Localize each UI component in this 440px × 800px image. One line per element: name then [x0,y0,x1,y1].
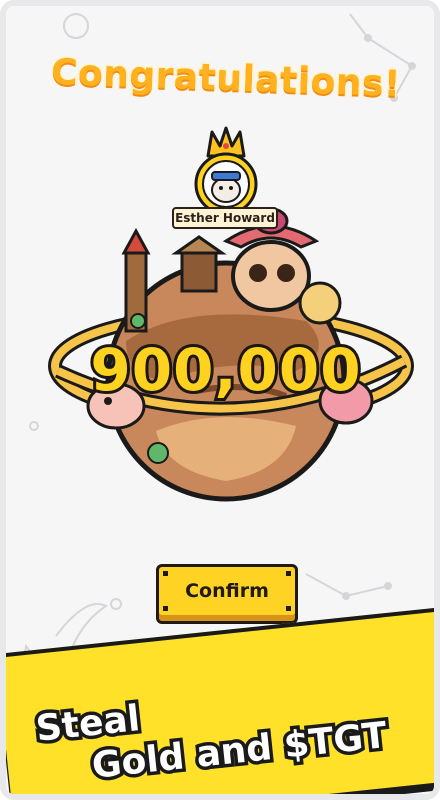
crown-icon [206,126,246,158]
player-name-label: Esther Howard [172,207,278,229]
cat-avatar-icon [211,171,241,203]
button-corner [163,571,168,576]
button-corner [163,606,168,611]
reward-amount: 900,000 [87,333,363,407]
confirm-button-label: Confirm [185,580,269,602]
reward-dialog: Congratulations! Esther Howard 900,000 C… [0,0,440,800]
button-corner [286,571,291,576]
confirm-button[interactable]: Confirm [156,564,298,624]
button-corner [286,606,291,611]
